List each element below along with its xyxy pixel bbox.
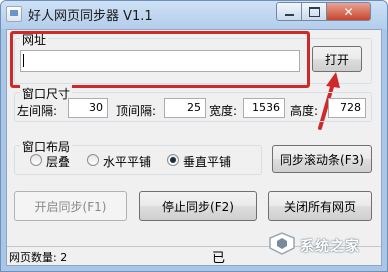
radio-vertical-tile-label[interactable]: 垂直平铺	[183, 153, 231, 170]
radio-cascade-label[interactable]: 层叠	[46, 153, 70, 170]
width-label: 宽度:	[209, 104, 238, 118]
top-margin-value: 25	[187, 101, 201, 114]
radio-horizontal-tile[interactable]	[87, 154, 99, 166]
height-value: 728	[340, 101, 361, 114]
watermark-text: 系统之家	[300, 239, 360, 255]
close-icon: ✕	[343, 4, 354, 19]
minimize-button[interactable]	[276, 2, 302, 21]
left-margin-input[interactable]: 30	[68, 98, 108, 118]
left-margin-label: 左间隔:	[17, 104, 58, 118]
minimize-icon	[284, 14, 294, 16]
close-button[interactable]: ✕	[326, 2, 371, 21]
height-label: 高度:	[290, 104, 319, 118]
app-icon	[6, 6, 22, 22]
sync-scroll-button[interactable]: 同步滚动条(F3)	[272, 145, 372, 173]
radio-cascade[interactable]	[30, 154, 42, 166]
maximize-icon	[308, 6, 320, 17]
page-count-status: 网页数量: 2	[9, 251, 68, 264]
watermark-logo-icon	[269, 232, 295, 255]
open-button[interactable]: 打开	[312, 46, 362, 72]
radio-horizontal-tile-label[interactable]: 水平平铺	[103, 153, 151, 170]
size-group-legend: 窗口尺寸	[20, 85, 73, 102]
stop-sync-button[interactable]: 停止同步(F2)	[139, 191, 257, 221]
start-sync-button[interactable]: 开启同步(F1)	[14, 191, 127, 221]
top-margin-input[interactable]: 25	[164, 98, 206, 118]
width-value: 1536	[252, 101, 280, 114]
height-input[interactable]: 728	[328, 98, 366, 118]
close-all-button[interactable]: 关闭所有网页	[268, 191, 372, 221]
highlight-box	[10, 31, 310, 88]
left-margin-value: 30	[89, 101, 103, 114]
width-input[interactable]: 1536	[243, 98, 285, 118]
top-margin-label: 顶间隔:	[116, 104, 157, 118]
sync-state-status: 已	[212, 251, 226, 266]
radio-vertical-tile[interactable]	[167, 154, 179, 166]
maximize-button[interactable]	[301, 2, 327, 21]
window-title: 好人网页同步器 V1.1	[28, 9, 153, 24]
